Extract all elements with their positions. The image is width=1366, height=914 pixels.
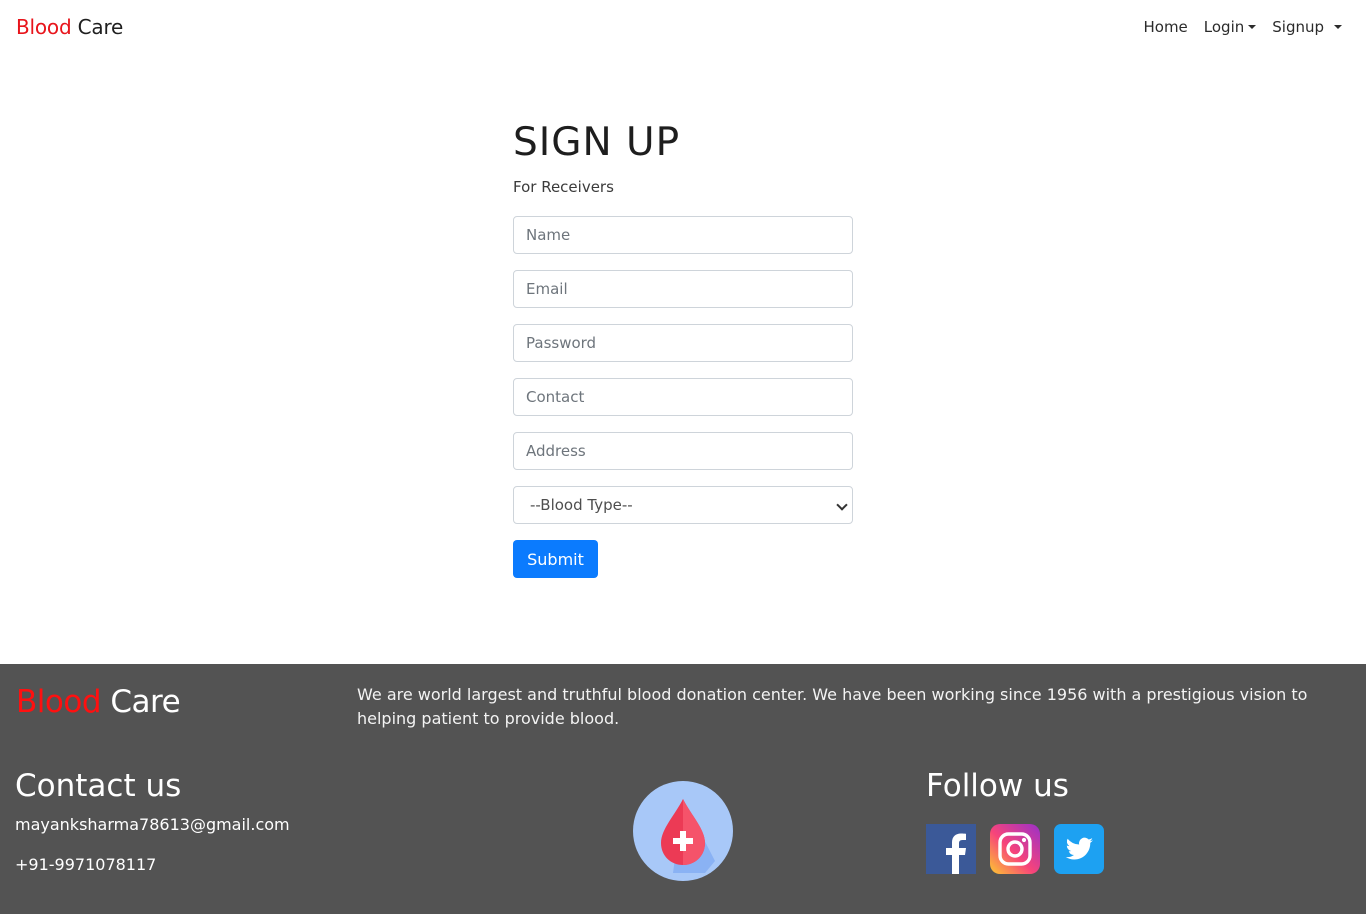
page-title: SIGN UP — [513, 120, 681, 165]
signup-form: SIGN UP For Receivers --Blood Type-- Sub… — [513, 118, 853, 578]
footer-about-text: We are world largest and truthful blood … — [357, 685, 1308, 728]
form-subtitle: For Receivers — [513, 178, 614, 196]
chevron-down-icon — [836, 499, 848, 511]
footer-brand-word-care: Care — [110, 684, 181, 720]
nav-home-label: Home — [1143, 18, 1188, 36]
footer: Blood Care We are world largest and trut… — [0, 664, 1366, 914]
contact-email[interactable]: mayanksharma78613@gmail.com — [15, 815, 290, 834]
nav-signup-label: Signup — [1272, 18, 1324, 36]
footer-brand-word-blood: Blood — [16, 684, 102, 720]
navbar: Blood Care Home Login Signup — [0, 0, 1366, 56]
facebook-icon[interactable] — [926, 824, 976, 874]
blood-type-select[interactable]: --Blood Type-- — [513, 486, 853, 524]
blood-drop-logo-icon — [633, 781, 733, 881]
footer-brand: Blood Care — [16, 684, 181, 720]
submit-button[interactable]: Submit — [513, 540, 598, 578]
nav-signup-dropdown[interactable]: Signup — [1272, 18, 1342, 36]
nav-login-dropdown[interactable]: Login — [1203, 18, 1257, 36]
chevron-down-icon — [1334, 25, 1342, 29]
contact-phone[interactable]: +91-9971078117 — [15, 855, 156, 874]
nav-login-label: Login — [1203, 18, 1245, 36]
password-input[interactable] — [513, 324, 853, 362]
nav-links: Home Login Signup — [1143, 18, 1342, 36]
contact-heading: Contact us — [15, 768, 182, 804]
nav-home-link[interactable]: Home — [1143, 18, 1187, 36]
blood-type-selected: --Blood Type-- — [530, 496, 633, 514]
twitter-icon[interactable] — [1054, 824, 1104, 874]
instagram-icon[interactable] — [990, 824, 1040, 874]
brand-logo[interactable]: Blood Care — [16, 15, 123, 39]
contact-input[interactable] — [513, 378, 853, 416]
follow-heading: Follow us — [926, 768, 1069, 804]
brand-word-care: Care — [77, 15, 124, 39]
address-input[interactable] — [513, 432, 853, 470]
email-input[interactable] — [513, 270, 853, 308]
brand-word-blood: Blood — [16, 15, 72, 39]
name-input[interactable] — [513, 216, 853, 254]
chevron-down-icon — [1248, 25, 1257, 29]
